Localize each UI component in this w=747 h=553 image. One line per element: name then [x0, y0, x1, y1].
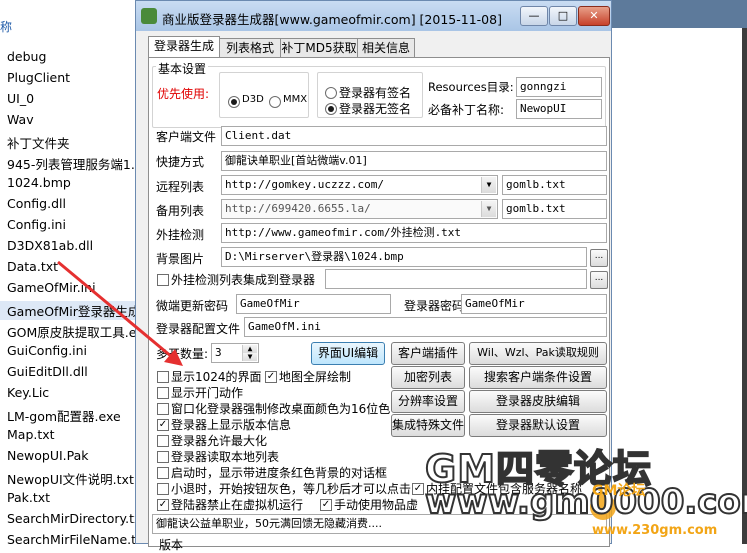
- watermark-url-alt: www.230gm.com: [592, 523, 718, 538]
- watermark-brand: GM论坛: [592, 483, 646, 499]
- watermark-url: www.gm0000.com: [424, 481, 747, 523]
- arrow-shaft: [57, 260, 179, 364]
